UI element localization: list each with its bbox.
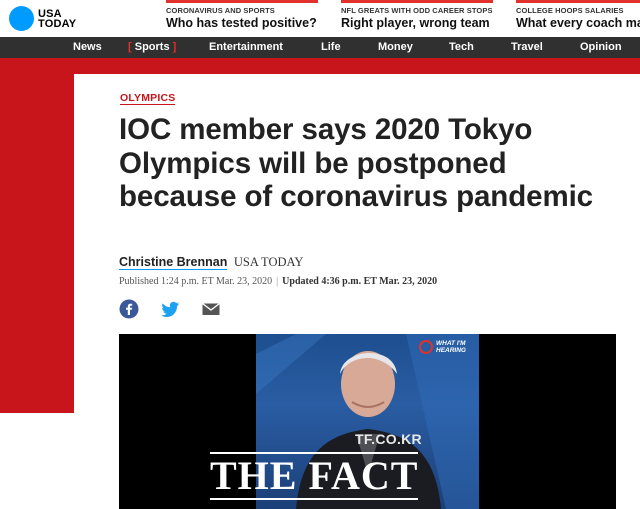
video-badge: WHAT I'M HEARING bbox=[419, 340, 466, 354]
nav-item-news[interactable]: News bbox=[73, 41, 102, 53]
nav-item-sports[interactable]: [ Sports ] bbox=[128, 41, 176, 53]
trending-accent-bar bbox=[516, 0, 640, 3]
nav-item-money[interactable]: Money bbox=[378, 41, 413, 53]
logo-dot-icon bbox=[9, 6, 34, 31]
author-link[interactable]: Christine Brennan bbox=[119, 255, 228, 270]
trending-item-3[interactable]: COLLEGE HOOPS SALARIES What every coach … bbox=[516, 0, 640, 37]
active-bracket-right: ] bbox=[172, 41, 177, 53]
trending-kicker: NFL GREATS WITH ODD CAREER STOPS bbox=[341, 6, 493, 15]
timestamps: Published 1:24 p.m. ET Mar. 23, 2020 | Upd… bbox=[119, 276, 437, 287]
trending-headline: Right player, wrong team bbox=[341, 16, 490, 30]
published-time: Published 1:24 p.m. ET Mar. 23, 2020 bbox=[119, 276, 273, 287]
nav-item-opinion[interactable]: Opinion bbox=[580, 41, 622, 53]
article-headline: IOC member says 2020 Tokyo Olympics will… bbox=[119, 113, 593, 213]
outlet-name: USA TODAY bbox=[233, 255, 304, 269]
trending-item-1[interactable]: CORONAVIRUS AND SPORTS Who has tested po… bbox=[166, 0, 318, 37]
updated-time: Updated 4:36 p.m. ET Mar. 23, 2020 bbox=[282, 276, 438, 287]
main-nav: News [ Sports ] Entertainment Life Money… bbox=[0, 37, 640, 58]
trending-kicker: CORONAVIRUS AND SPORTS bbox=[166, 6, 275, 15]
watermark-url: TF.CO.KR bbox=[355, 431, 422, 447]
timestamp-divider: | bbox=[276, 276, 279, 287]
logo-text-line1: USA bbox=[38, 7, 62, 20]
usa-today-logo[interactable]: USA TODAY bbox=[9, 6, 76, 31]
trending-accent-bar bbox=[341, 0, 493, 3]
watermark-title: THE FACT bbox=[210, 452, 419, 500]
twitter-icon[interactable] bbox=[160, 299, 180, 319]
record-circle-icon bbox=[419, 340, 433, 354]
trending-headline: What every coach ma bbox=[516, 16, 640, 30]
logo-text-line2: TODAY bbox=[38, 17, 77, 30]
byline: Christine Brennan USA TODAY bbox=[119, 255, 303, 270]
nav-item-label: Sports bbox=[134, 41, 170, 53]
trending-item-2[interactable]: NFL GREATS WITH ODD CAREER STOPS Right p… bbox=[341, 0, 493, 37]
top-header: USA TODAY CORONAVIRUS AND SPORTS Who has… bbox=[0, 0, 640, 37]
badge-line1: WHAT I'M bbox=[436, 340, 466, 347]
nav-item-travel[interactable]: Travel bbox=[511, 41, 543, 53]
active-bracket-left: [ bbox=[128, 41, 132, 53]
nav-item-life[interactable]: Life bbox=[321, 41, 341, 53]
facebook-icon[interactable] bbox=[119, 299, 139, 319]
nav-item-entertainment[interactable]: Entertainment bbox=[209, 41, 283, 53]
trending-accent-bar bbox=[166, 0, 318, 3]
nav-item-tech[interactable]: Tech bbox=[449, 41, 474, 53]
badge-line2: HEARING bbox=[436, 347, 466, 354]
topic-label[interactable]: OLYMPICS bbox=[120, 92, 176, 105]
email-icon[interactable] bbox=[201, 299, 221, 319]
trending-kicker: COLLEGE HOOPS SALARIES bbox=[516, 6, 624, 15]
trending-headline: Who has tested positive? bbox=[166, 16, 317, 30]
